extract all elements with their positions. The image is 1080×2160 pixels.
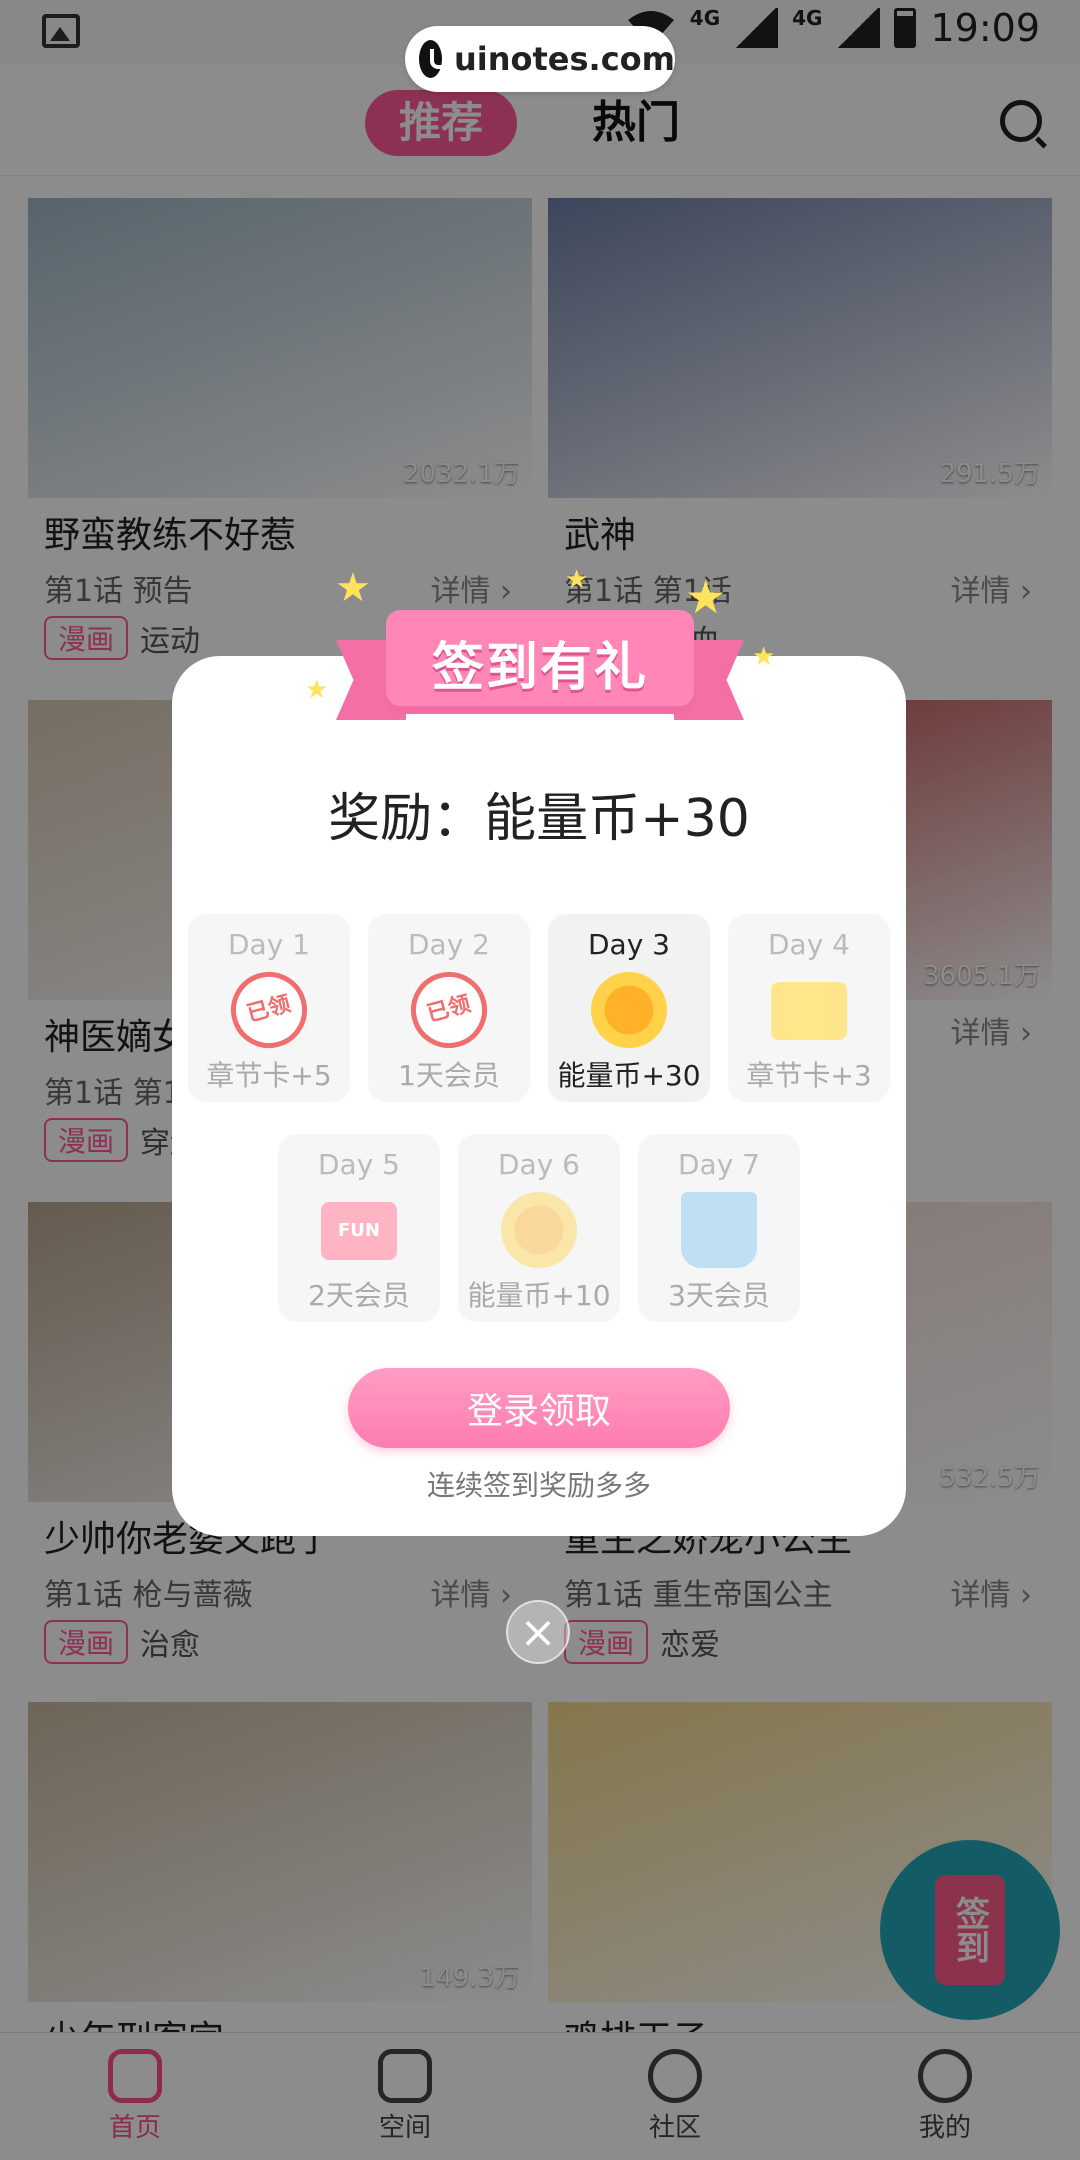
day-label: Day 6 (497, 1148, 580, 1181)
streak-hint: 连续签到奖励多多 (426, 1469, 651, 1502)
watermark: uinotes.com (405, 26, 675, 92)
star-icon: ★ (335, 565, 371, 611)
day-card-6[interactable]: Day 6 能量币+10 (458, 1134, 620, 1322)
day-reward: 能量币+30 (557, 1059, 701, 1092)
chapter-card-icon (771, 982, 847, 1040)
day-reward: 1天会员 (398, 1059, 500, 1092)
modal-ribbon: 签到有礼 (336, 610, 744, 728)
day-card-1[interactable]: Day 1 已领 章节卡+5 (188, 914, 350, 1102)
day-card-4[interactable]: Day 4 章节卡+3 (728, 914, 890, 1102)
day-label: Day 7 (677, 1148, 760, 1181)
day-card-7[interactable]: Day 7 3天会员 (638, 1134, 800, 1322)
day-reward: 2天会员 (308, 1279, 410, 1312)
star-icon: ★ (752, 642, 776, 672)
day-reward: 章节卡+5 (206, 1059, 332, 1092)
day-reward: 3天会员 (668, 1279, 770, 1312)
day-label: Day 4 (767, 928, 850, 961)
gift-basket-icon (681, 1192, 757, 1268)
day-label: Day 3 (587, 928, 670, 961)
claimed-stamp-icon: 已领 (222, 963, 316, 1057)
star-icon: ★ (565, 565, 589, 595)
vip-ticket-icon: FUN (321, 1202, 397, 1260)
star-icon: ★ (685, 570, 727, 624)
ribbon-title: 签到有礼 (386, 610, 694, 714)
close-icon[interactable]: × (506, 1600, 570, 1664)
login-claim-button[interactable]: 登录领取 (348, 1368, 730, 1448)
day-reward: 章节卡+3 (746, 1059, 872, 1092)
star-icon: ★ (305, 675, 329, 705)
watermark-text: uinotes.com (453, 40, 675, 78)
signin-modal: 奖励：能量币+30 Day 1 已领 章节卡+5 Day 2 已领 1天会员 D… (172, 656, 906, 1536)
day-card-5[interactable]: Day 5 FUN 2天会员 (278, 1134, 440, 1322)
day-label: Day 1 (227, 928, 310, 961)
claimed-stamp-icon: 已领 (402, 963, 496, 1057)
day-label: Day 5 (317, 1148, 400, 1181)
energy-coin-icon (501, 1192, 577, 1268)
energy-coin-icon (591, 972, 667, 1048)
day-card-3[interactable]: Day 3 能量币+30 (548, 914, 710, 1102)
day-label: Day 2 (407, 928, 490, 961)
day-card-2[interactable]: Day 2 已领 1天会员 (368, 914, 530, 1102)
uinotes-logo-icon (419, 40, 454, 78)
reward-text: 奖励：能量币+30 (328, 789, 750, 849)
day-reward: 能量币+10 (467, 1279, 611, 1312)
